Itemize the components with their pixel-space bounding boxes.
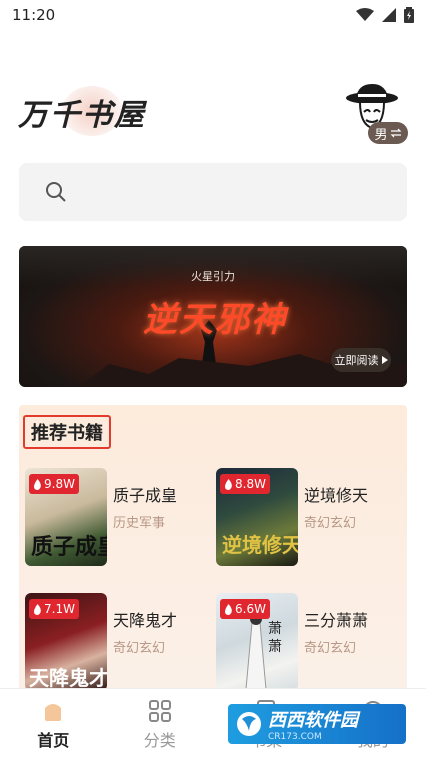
battery-icon (404, 7, 414, 23)
heat-badge: 9.8W (29, 474, 79, 494)
book-card[interactable]: 天降鬼才 7.1W 天降鬼才 奇幻玄幻 (25, 593, 205, 693)
grid-icon (148, 700, 171, 722)
book-cover: 萧 萧 6.6W (216, 593, 298, 691)
book-title: 逆境修天 (304, 486, 369, 505)
status-bar: 11:20 (0, 0, 426, 30)
book-genre: 奇幻玄幻 (113, 641, 166, 656)
read-now-button[interactable]: 立即阅读 (331, 348, 391, 372)
status-icons (356, 7, 414, 23)
book-cover: 逆境修天 8.8W (216, 468, 298, 566)
heat-badge: 8.8W (220, 474, 270, 494)
book-title: 质子成皇 (113, 486, 178, 505)
gender-switch-button[interactable]: 男 (368, 122, 408, 144)
book-card[interactable]: 萧 萧 6.6W 三分萧萧 奇幻玄幻 (216, 593, 396, 693)
flame-icon (225, 478, 232, 490)
heat-badge: 6.6W (220, 599, 270, 619)
read-now-label: 立即阅读 (334, 354, 379, 367)
promo-banner[interactable]: 火星引力 逆天邪神 立即阅读 (19, 246, 407, 387)
wifi-icon (356, 8, 374, 21)
book-card[interactable]: 质子成皇 9.8W 质子成皇 历史军事 (25, 468, 205, 568)
flame-icon (34, 603, 41, 615)
swap-icon (390, 128, 401, 138)
book-title: 三分萧萧 (304, 611, 369, 630)
tab-category[interactable]: 分类 (107, 689, 214, 757)
chevron-right-icon (381, 356, 388, 364)
svg-text:天降鬼才: 天降鬼才 (29, 666, 107, 690)
heat-value: 9.8W (44, 477, 75, 491)
banner-title: 逆天邪神 (143, 300, 287, 340)
book-genre: 奇幻玄幻 (304, 516, 357, 531)
book-cover: 质子成皇 9.8W (25, 468, 107, 566)
book-title: 天降鬼才 (113, 611, 178, 630)
section-title: 推荐书籍 (23, 415, 111, 449)
svg-text:萧: 萧 (268, 621, 282, 637)
book-card[interactable]: 逆境修天 8.8W 逆境修天 奇幻玄幻 (216, 468, 396, 568)
status-time: 11:20 (12, 6, 56, 24)
tab-home-label: 首页 (37, 731, 70, 750)
site-watermark: 西西软件园 CR173.COM (228, 704, 406, 744)
svg-text:萧: 萧 (268, 639, 282, 655)
watermark-text: 西西软件园 (268, 710, 358, 731)
book-genre: 奇幻玄幻 (304, 641, 357, 656)
heat-value: 7.1W (44, 602, 75, 616)
watermark-logo-icon (237, 712, 261, 736)
tab-category-label: 分类 (143, 731, 176, 750)
svg-text:质子成皇: 质子成皇 (31, 534, 107, 560)
heat-value: 6.6W (235, 602, 266, 616)
book-cover: 天降鬼才 7.1W (25, 593, 107, 691)
flame-icon (34, 478, 41, 490)
home-icon (45, 704, 62, 721)
watermark-url: CR173.COM (268, 732, 322, 742)
search-bar[interactable] (19, 163, 407, 221)
app-logo: 万千书屋 (18, 98, 146, 133)
book-genre: 历史军事 (113, 516, 166, 531)
signal-icon (382, 8, 396, 22)
heat-badge: 7.1W (29, 599, 79, 619)
recommended-section: 推荐书籍 质子成皇 9.8W 质子成皇 历史军事 逆境修天 8.8W 逆境修天 … (19, 405, 407, 695)
gender-label: 男 (374, 127, 388, 143)
flame-icon (225, 603, 232, 615)
heat-value: 8.8W (235, 477, 266, 491)
svg-text:逆境修天: 逆境修天 (222, 533, 298, 557)
app-header: 万千书屋 男 (0, 78, 426, 148)
banner-brand: 火星引力 (191, 270, 235, 283)
tab-home[interactable]: 首页 (0, 689, 107, 757)
search-icon (46, 182, 66, 202)
